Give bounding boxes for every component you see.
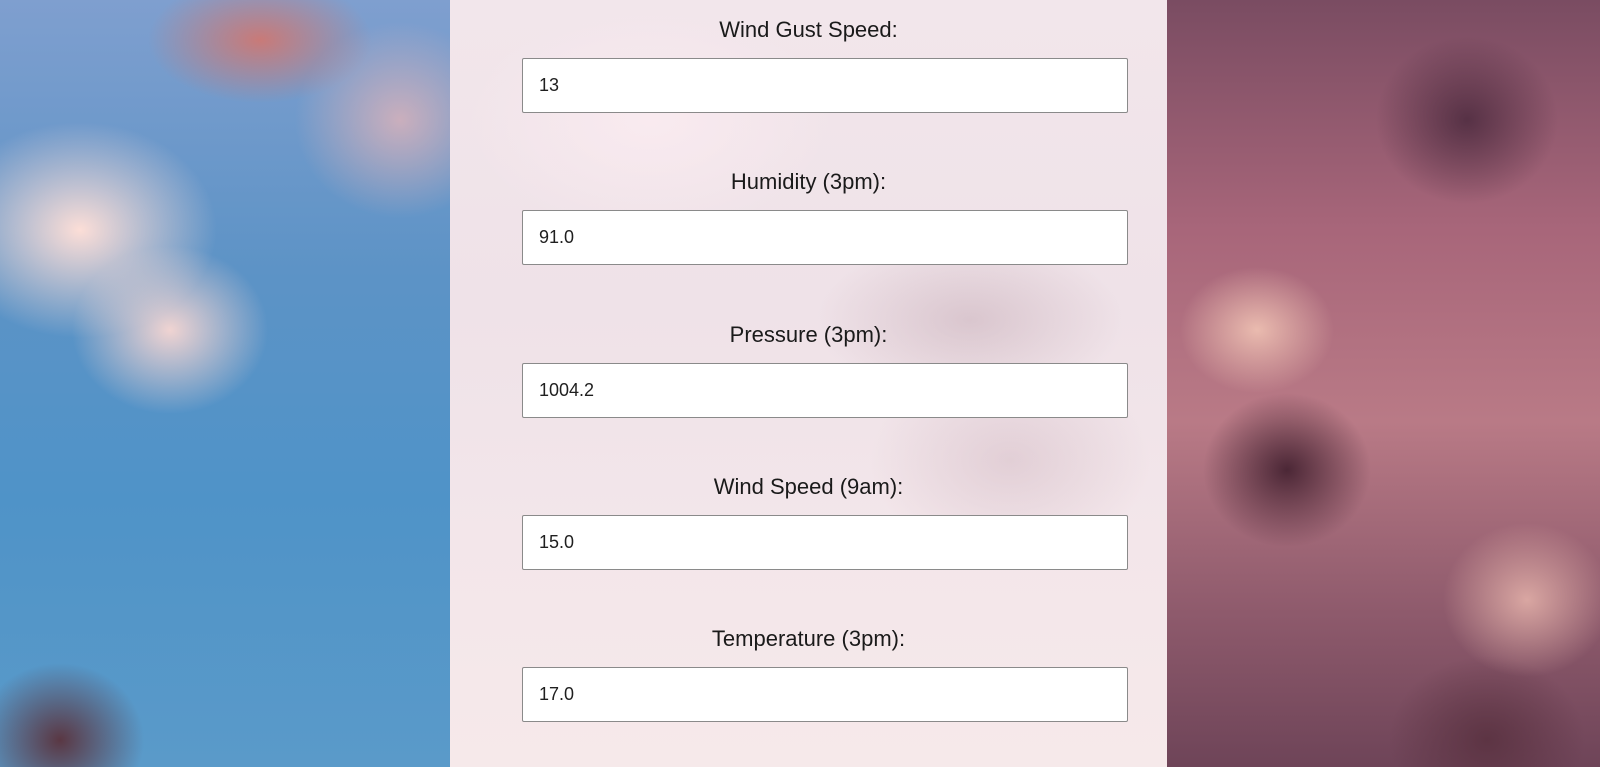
wind-speed-9am-label: Wind Speed (9am): <box>713 474 904 499</box>
humidity-3pm-group: Humidity (3pm): <box>450 167 1167 287</box>
temperature-3pm-label: Temperature (3pm): <box>711 626 906 651</box>
weather-input-form: Wind Gust Speed: Humidity (3pm): Pressur… <box>450 0 1167 767</box>
temperature-3pm-group: Temperature (3pm): <box>450 624 1167 744</box>
wind-speed-9am-input[interactable] <box>522 515 1128 570</box>
wind-speed-9am-group: Wind Speed (9am): <box>450 472 1167 592</box>
wind-gust-speed-group: Wind Gust Speed: <box>450 15 1167 135</box>
wind-gust-speed-label: Wind Gust Speed: <box>719 17 898 42</box>
page: Wind Gust Speed: Humidity (3pm): Pressur… <box>0 0 1600 767</box>
wind-gust-speed-input[interactable] <box>522 58 1128 113</box>
humidity-3pm-label: Humidity (3pm): <box>730 169 887 194</box>
pressure-3pm-label: Pressure (3pm): <box>729 322 888 347</box>
sky-background-right <box>1167 0 1600 767</box>
sky-background-left <box>0 0 450 767</box>
temperature-3pm-input[interactable] <box>522 667 1128 722</box>
humidity-3pm-input[interactable] <box>522 210 1128 265</box>
pressure-3pm-input[interactable] <box>522 363 1128 418</box>
pressure-3pm-group: Pressure (3pm): <box>450 320 1167 440</box>
